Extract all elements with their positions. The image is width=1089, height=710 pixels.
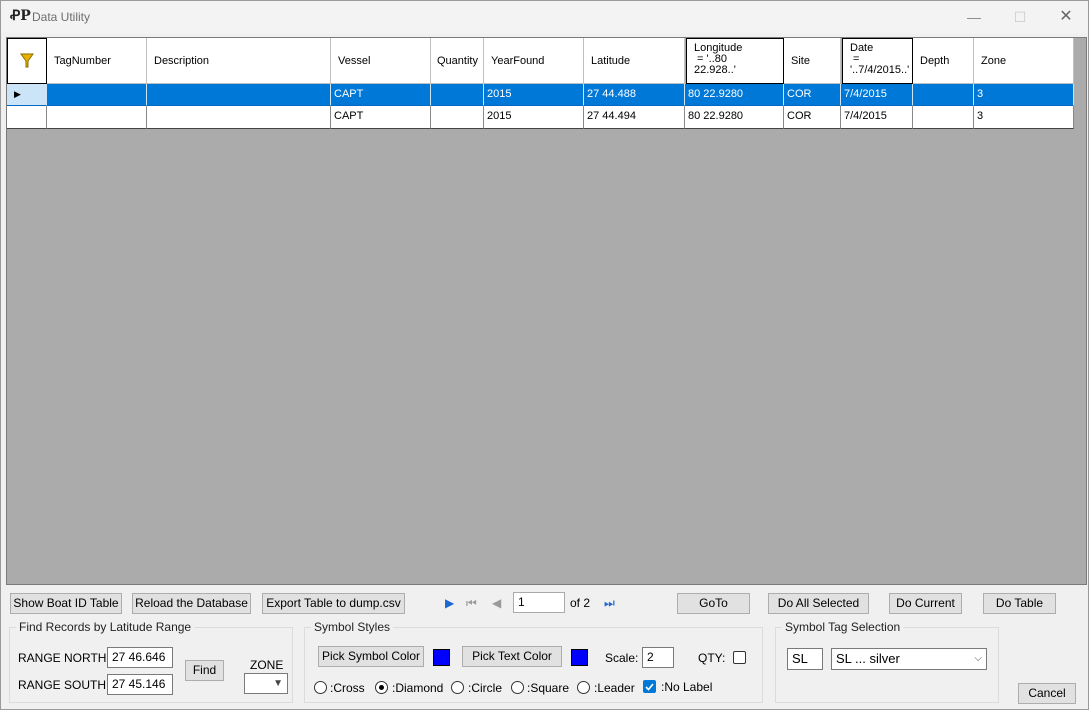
reload-database-button[interactable]: Reload the Database	[132, 593, 251, 614]
column-header-date[interactable]: Date = '..7/4/2015..'	[842, 38, 913, 84]
square-radio[interactable]	[511, 681, 524, 694]
window-title: Data Utility	[32, 10, 91, 24]
column-header-vessel[interactable]: Vessel	[331, 38, 431, 84]
cancel-button[interactable]: Cancel	[1018, 683, 1076, 704]
show-boat-id-button[interactable]: Show Boat ID Table	[10, 593, 122, 614]
pick-text-color-button[interactable]: Pick Text Color	[462, 646, 562, 667]
table-cell[interactable]	[147, 84, 331, 106]
page-number-input[interactable]: 1	[513, 592, 565, 613]
symbol-styles-group: Symbol Styles Pick Symbol Color Pick Tex…	[304, 620, 763, 703]
range-south-input[interactable]: 27 45.146	[107, 674, 173, 695]
column-header-tagnumber[interactable]: TagNumber	[47, 38, 147, 84]
tag-code-input[interactable]: SL	[787, 648, 823, 670]
table-cell[interactable]	[913, 106, 974, 129]
symbol-tag-select[interactable]: SL ... silver ⌵	[831, 648, 987, 670]
column-header-longitude[interactable]: Longitude = '..80 22.928..'	[686, 38, 784, 84]
column-header-latitude[interactable]: Latitude	[584, 38, 685, 84]
cross-radio-label: :Cross	[330, 681, 365, 695]
last-page-icon[interactable]: ⏭	[604, 596, 615, 611]
find-records-group: Find Records by Latitude Range RANGE NOR…	[9, 620, 293, 703]
table-cell[interactable]	[147, 106, 331, 129]
find-records-title: Find Records by Latitude Range	[16, 620, 195, 634]
circle-radio-label: :Circle	[468, 681, 503, 695]
table-cell[interactable]: 3	[974, 84, 1074, 106]
zone-select[interactable]: ▼	[244, 673, 288, 694]
column-header-zone[interactable]: Zone	[974, 38, 1074, 84]
table-cell[interactable]: CAPT	[331, 106, 431, 129]
table-cell[interactable]: 27 44.494	[584, 106, 685, 129]
export-table-button[interactable]: Export Table to dump.csv	[262, 593, 405, 614]
circle-radio[interactable]	[451, 681, 464, 694]
previous-page-icon[interactable]: ◀	[492, 596, 501, 610]
scale-label: Scale:	[605, 651, 639, 665]
funnel-icon	[20, 53, 34, 68]
table-cell[interactable]: COR	[784, 106, 841, 129]
close-button[interactable]: ✕	[1043, 1, 1089, 33]
do-table-button[interactable]: Do Table	[983, 593, 1056, 614]
table-cell[interactable]	[431, 106, 484, 129]
table-cell[interactable]: 2015	[484, 84, 584, 106]
text-color-swatch[interactable]	[571, 649, 588, 666]
row-pointer-icon: ▶	[14, 89, 21, 99]
symbol-tag-group: Symbol Tag Selection SL SL ... silver ⌵	[775, 620, 999, 703]
checkmark-icon	[645, 683, 654, 691]
table-cell[interactable]	[913, 84, 974, 106]
cross-radio[interactable]	[314, 681, 327, 694]
leader-radio-label: :Leader	[594, 681, 635, 695]
table-cell[interactable]: COR	[784, 84, 841, 106]
chevron-down-icon: ⌵	[974, 653, 982, 664]
range-north-label: RANGE NORTH:	[18, 651, 110, 665]
diamond-radio-label: :Diamond	[392, 681, 444, 695]
symbol-styles-title: Symbol Styles	[311, 620, 394, 634]
row-header-selected[interactable]: ▶	[7, 84, 47, 106]
column-header-quantity[interactable]: Quantity	[431, 38, 484, 84]
do-all-selected-button[interactable]: Do All Selected	[768, 593, 869, 614]
do-current-button[interactable]: Do Current	[889, 593, 962, 614]
table-cell[interactable]	[47, 84, 147, 106]
app-logo-icon: ꝒP	[10, 8, 31, 24]
row-header[interactable]	[7, 106, 47, 129]
diamond-radio[interactable]	[375, 681, 388, 694]
filter-header-cell[interactable]	[7, 38, 47, 84]
square-radio-label: :Square	[527, 681, 570, 695]
no-label-checkbox[interactable]	[643, 680, 656, 693]
first-page-icon[interactable]: ⏮	[466, 596, 477, 611]
table-cell[interactable]: 2015	[484, 106, 584, 129]
pick-symbol-color-button[interactable]: Pick Symbol Color	[318, 646, 424, 667]
range-south-label: RANGE SOUTH:	[18, 678, 110, 692]
table-cell[interactable]: 80 22.9280	[685, 106, 784, 129]
chevron-down-icon: ▼	[273, 678, 283, 689]
table-cell[interactable]: 3	[974, 106, 1074, 129]
next-page-icon[interactable]: ▶	[445, 596, 454, 610]
symbol-tag-select-value: SL ... silver	[836, 651, 900, 666]
table-cell[interactable]	[47, 106, 147, 129]
table-cell[interactable]: CAPT	[331, 84, 431, 106]
title-bar: ꝒP Data Utility — ☐ ✕	[1, 1, 1088, 33]
table-cell[interactable]: 7/4/2015	[841, 84, 913, 106]
data-grid[interactable]: TagNumber Description Vessel Quantity Ye…	[6, 37, 1087, 585]
table-cell[interactable]: 27 44.488	[584, 84, 685, 106]
find-button[interactable]: Find	[185, 660, 224, 681]
no-label-label: :No Label	[661, 680, 713, 694]
symbol-tag-title: Symbol Tag Selection	[782, 620, 904, 634]
column-header-depth[interactable]: Depth	[913, 38, 974, 84]
column-header-description[interactable]: Description	[147, 38, 331, 84]
symbol-color-swatch[interactable]	[433, 649, 450, 666]
qty-checkbox[interactable]	[733, 651, 746, 664]
column-header-site[interactable]: Site	[784, 38, 841, 84]
page-count-label: of 2	[570, 596, 591, 610]
range-north-input[interactable]: 27 46.646	[107, 647, 173, 668]
table-cell[interactable]	[431, 84, 484, 106]
data-utility-window: ꝒP Data Utility — ☐ ✕ TagNumber Descript…	[0, 0, 1089, 710]
zone-label: ZONE	[250, 658, 284, 672]
qty-label: QTY:	[698, 651, 726, 665]
minimize-button[interactable]: —	[951, 1, 997, 33]
column-header-yearfound[interactable]: YearFound	[484, 38, 584, 84]
table-cell[interactable]: 7/4/2015	[841, 106, 913, 129]
maximize-button[interactable]: ☐	[997, 1, 1043, 33]
leader-radio[interactable]	[577, 681, 590, 694]
goto-button[interactable]: GoTo	[677, 593, 750, 614]
table-cell[interactable]: 80 22.9280	[685, 84, 784, 106]
scale-input[interactable]: 2	[642, 647, 674, 668]
